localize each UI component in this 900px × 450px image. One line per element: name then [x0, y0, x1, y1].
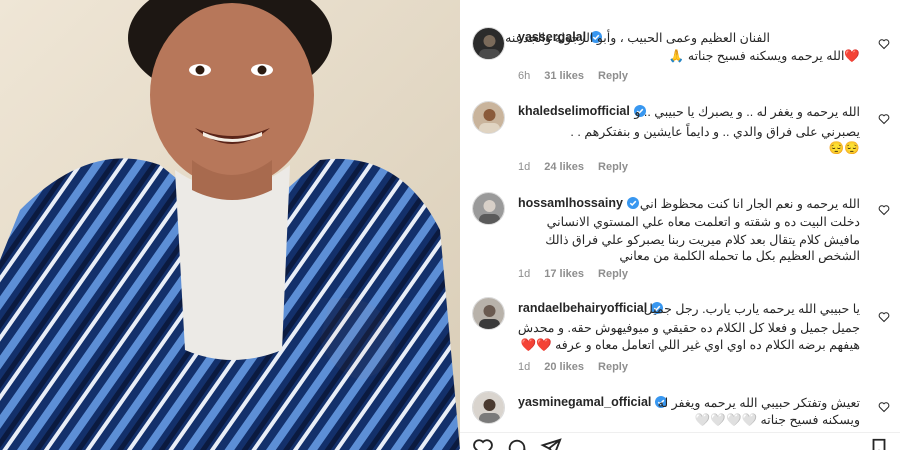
- comment-text-line: مافيش كلام يتقال بعد كلام ميريت ربنا يصب…: [545, 233, 860, 247]
- avatar[interactable]: [472, 192, 505, 225]
- verified-badge-icon: [626, 197, 639, 209]
- comment-text-line: ❤️الله يرحمه ويسكنه فسيح جناته 🙏: [668, 49, 860, 63]
- bookmark-icon[interactable]: [868, 437, 890, 450]
- comment-username[interactable]: randaelbehairyofficial: [518, 301, 664, 315]
- comment-text-line: الفنان العظيم وعمى الحبيب ، وأبو الرجولة…: [505, 31, 770, 45]
- comment-likes[interactable]: 24 likes: [544, 161, 584, 173]
- heart-outline-icon[interactable]: [472, 437, 494, 450]
- comment-time: 1d: [518, 161, 531, 173]
- comment-likes[interactable]: 31 likes: [544, 70, 584, 82]
- avatar-light-icon: [473, 102, 504, 133]
- reply-button[interactable]: Reply: [598, 161, 628, 173]
- comment-text-line: جميل جميل و فعلا كل الكلام ده حقيقي و مي…: [517, 321, 860, 335]
- post-actions-bar: [460, 432, 900, 450]
- comment-meta: 6h 31 likes Reply: [518, 70, 628, 82]
- heart-outline-icon[interactable]: [878, 401, 890, 413]
- comment-username[interactable]: hossamlhossainy: [518, 196, 639, 210]
- comment-time: 1d: [518, 268, 531, 280]
- comment-text-line: هيفهم برضه الكلام ده اوي اوي غير اللي ات…: [520, 338, 861, 352]
- comment-time: 1d: [518, 361, 531, 373]
- avatar-woman2-icon: [473, 392, 504, 423]
- avatar[interactable]: [472, 391, 505, 424]
- comment-meta: 1d 24 likes Reply: [518, 161, 628, 173]
- comment-text-line: 😔😔: [828, 141, 860, 155]
- comment-text-line: دخلت البيت ده و شقته و اتعلمت معاه علي ا…: [546, 215, 860, 229]
- avatar[interactable]: [472, 27, 505, 60]
- avatar-dark-icon: [473, 28, 504, 59]
- comment-likes[interactable]: 20 likes: [544, 361, 584, 373]
- reply-button[interactable]: Reply: [598, 361, 628, 373]
- username-text[interactable]: yasminegamal_official: [518, 395, 651, 409]
- avatar-woman-icon: [473, 298, 504, 329]
- comment-meta: 1d 17 likes Reply: [518, 268, 628, 280]
- username-text[interactable]: randaelbehairyofficial: [518, 301, 647, 315]
- comment-text-line: يصبرني على فراق والدي .. و دايماً عايشين…: [570, 125, 860, 139]
- comment-text-line: الله يرحمه و نعم الجار انا كنت محظوظ اني: [639, 197, 860, 211]
- avatar[interactable]: [472, 297, 505, 330]
- reply-button[interactable]: Reply: [598, 70, 628, 82]
- comment-likes[interactable]: 17 likes: [544, 268, 584, 280]
- comment-text-line: تعيش وتفتكر حبيبي الله يرحمه ويغفر له: [657, 396, 860, 410]
- comment-text-line: ويسكنه فسيح جناته 🤍🤍🤍🤍: [694, 413, 860, 427]
- heart-outline-icon[interactable]: [878, 311, 890, 323]
- comment-text-line: يا حبيبي الله يرحمه يارب يارب. رجل جميل: [643, 302, 860, 316]
- comment-text-line: الله يرحمه و يغفر له .. و يصبرك يا حبيبي…: [634, 105, 860, 119]
- post-photo: [0, 0, 460, 450]
- username-text[interactable]: hossamlhossainy: [518, 196, 623, 210]
- comment-text-line: الشخص العظيم بكل ما تحمله الكلمة من معان…: [619, 249, 860, 263]
- comment-time: 6h: [518, 70, 531, 82]
- username-text[interactable]: khaledselimofficial: [518, 104, 630, 118]
- comment-username[interactable]: khaledselimofficial: [518, 104, 646, 118]
- comment-meta: 1d 20 likes Reply: [518, 361, 628, 373]
- avatar-gray-icon: [473, 193, 504, 224]
- comments-panel: yassergalal الفنان العظيم وعمى الحبيب ، …: [460, 0, 900, 450]
- reply-button[interactable]: Reply: [598, 268, 628, 280]
- heart-outline-icon[interactable]: [878, 204, 890, 216]
- comment-username[interactable]: yasminegamal_official: [518, 395, 668, 409]
- comment-icon[interactable]: [506, 437, 528, 450]
- send-icon[interactable]: [540, 437, 562, 450]
- heart-outline-icon[interactable]: [878, 38, 890, 50]
- heart-outline-icon[interactable]: [878, 113, 890, 125]
- avatar[interactable]: [472, 101, 505, 134]
